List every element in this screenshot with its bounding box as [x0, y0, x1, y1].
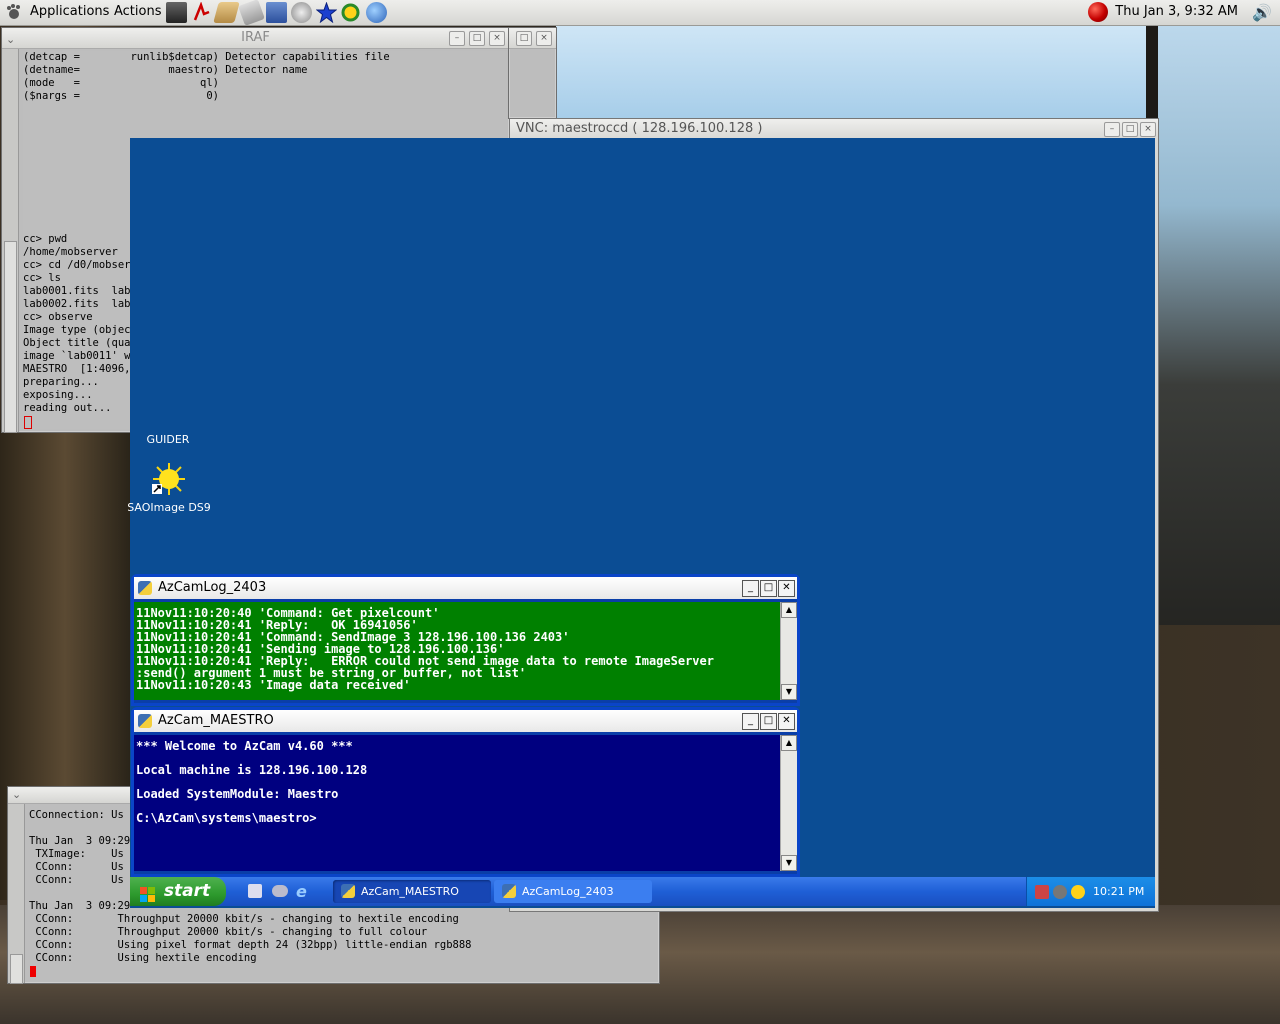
- azcam-close-button[interactable]: ✕: [778, 713, 795, 730]
- azcamlog-minimize-button[interactable]: _: [742, 580, 759, 597]
- azcam-maestro-titlebar[interactable]: AzCam_MAESTRO _ □ ✕: [134, 710, 797, 732]
- task-azcam-maestro[interactable]: AzCam_MAESTRO: [333, 880, 491, 903]
- azcam-minimize-button[interactable]: _: [742, 713, 759, 730]
- actions-menu[interactable]: Actions: [114, 4, 162, 19]
- ds9-launcher-icon[interactable]: [340, 2, 361, 23]
- iraf-title: IRAF: [241, 30, 270, 45]
- azcam-maestro-window: AzCam_MAESTRO _ □ ✕ *** Welcome to AzCam…: [131, 707, 800, 877]
- task-azcamlog-label: AzCamLog_2403: [522, 885, 614, 898]
- console-line: *** Welcome to AzCam v4.60 ***: [136, 739, 353, 753]
- terminal-launcher-icon[interactable]: [166, 2, 187, 23]
- tray-clock[interactable]: 10:21 PM: [1093, 877, 1144, 906]
- bg-close-button[interactable]: ×: [536, 31, 552, 46]
- task-azcam-maestro-label: AzCam_MAESTRO: [361, 885, 459, 898]
- background-window-edge: □ ×: [508, 27, 557, 119]
- browser-launcher-icon[interactable]: [366, 2, 387, 23]
- minimize-button[interactable]: –: [449, 31, 465, 46]
- vnc-titlebar[interactable]: VNC: maestroccd ( 128.196.100.128 ) – □ …: [510, 119, 1158, 139]
- guider-icon-label[interactable]: GUIDER: [140, 433, 196, 446]
- terminal-cursor: [30, 966, 36, 977]
- document-launcher-icon[interactable]: [266, 2, 287, 23]
- panel-clock[interactable]: Thu Jan 3, 9:32 AM: [1115, 4, 1238, 19]
- system-tray: 10:21 PM: [1026, 877, 1155, 906]
- pdf-launcher-icon[interactable]: [191, 1, 212, 23]
- volume-tray-icon[interactable]: [1053, 885, 1067, 899]
- vnc-tray-icon[interactable]: [1071, 885, 1085, 899]
- azcamlog-console[interactable]: 11Nov11:10:20:40 'Command: Get pixelcoun…: [134, 602, 797, 700]
- azcamlog-scrollbar[interactable]: ▲ ▼: [780, 602, 797, 700]
- console-line: Loaded SystemModule: Maestro: [136, 787, 339, 801]
- show-desktop-icon[interactable]: [248, 884, 262, 898]
- azcam-maestro-title: AzCam_MAESTRO: [158, 713, 274, 728]
- iraf-titlebar[interactable]: ⌄ IRAF – □ ×: [2, 28, 509, 49]
- azcamlog-close-button[interactable]: ✕: [778, 580, 795, 597]
- terminal-line: CConn: Using pixel format depth 24 (32bp…: [29, 939, 472, 951]
- scroll-up-arrow[interactable]: ▲: [781, 735, 797, 751]
- terminal-cursor: [24, 416, 32, 429]
- vnc-maximize-button[interactable]: □: [1122, 122, 1138, 137]
- python-icon: [502, 884, 516, 898]
- azcamlog-maximize-button[interactable]: □: [760, 580, 777, 597]
- terminal-line: CConn: Throughput 20000 kbit/s - changin…: [29, 913, 459, 925]
- window-sky-view-right: [1157, 25, 1280, 625]
- console-line: C:\AzCam\systems\maestro>: [136, 811, 317, 825]
- python-icon: [341, 884, 355, 898]
- file-manager-launcher-icon[interactable]: [213, 2, 240, 23]
- terminal-line: (detname= maestro) Detector name: [23, 64, 308, 76]
- console-line: Local machine is 128.196.100.128: [136, 763, 368, 777]
- star-launcher-icon[interactable]: [315, 1, 338, 24]
- iraf-scrollbar[interactable]: [2, 49, 19, 433]
- vnclog-scrollbar[interactable]: [8, 804, 25, 984]
- task-azcamlog[interactable]: AzCamLog_2403: [494, 880, 652, 903]
- azcam-maestro-output: *** Welcome to AzCam v4.60 *** Local mac…: [136, 740, 367, 824]
- quicklaunch-icon[interactable]: [272, 885, 288, 897]
- window-sky-view: [556, 25, 1146, 120]
- record-status-icon[interactable]: [1088, 2, 1108, 22]
- vnc-close-button[interactable]: ×: [1140, 122, 1156, 137]
- xp-taskbar: start e AzCam_MAESTRO AzCamLog_2403 10:2…: [130, 877, 1155, 906]
- python-icon: [138, 581, 152, 595]
- close-button[interactable]: ×: [489, 31, 505, 46]
- start-button[interactable]: start: [130, 877, 226, 906]
- iraf-scroll-thumb[interactable]: [4, 241, 17, 433]
- gnome-foot-icon: [6, 4, 22, 20]
- volume-icon[interactable]: 🔊: [1252, 3, 1272, 22]
- disk-launcher-icon[interactable]: [291, 2, 312, 23]
- vnc-title: VNC: maestroccd ( 128.196.100.128 ): [516, 121, 763, 136]
- terminal-line: (mode = ql): [23, 77, 219, 89]
- terminal-line: CConn: Throughput 20000 kbit/s - changin…: [29, 926, 428, 938]
- editor-launcher-icon[interactable]: [238, 0, 265, 26]
- top-panel: Applications Actions Thu Jan 3, 9:32 AM …: [0, 0, 1280, 26]
- azcamlog-title: AzCamLog_2403: [158, 580, 267, 595]
- azcamlog-window: AzCamLog_2403 _ □ ✕ 11Nov11:10:20:40 'Co…: [131, 574, 800, 706]
- ds9-icon-label[interactable]: SAOImage DS9: [126, 501, 212, 514]
- terminal-line: CConn: Using hextile encoding: [29, 952, 257, 964]
- azcam-maximize-button[interactable]: □: [760, 713, 777, 730]
- azcamlog-output: 11Nov11:10:20:40 'Command: Get pixelcoun…: [136, 607, 714, 691]
- ds9-desktop-icon[interactable]: [152, 462, 186, 496]
- maximize-button[interactable]: □: [469, 31, 485, 46]
- scroll-down-arrow[interactable]: ▼: [781, 684, 797, 700]
- vnclog-scroll-thumb[interactable]: [10, 954, 23, 984]
- bg-maximize-button[interactable]: □: [516, 31, 532, 46]
- window-menu-icon[interactable]: ⌄: [6, 30, 15, 50]
- terminal-line: (detcap = runlib$detcap) Detector capabi…: [23, 51, 390, 63]
- scroll-up-arrow[interactable]: ▲: [781, 602, 797, 618]
- applications-menu[interactable]: Applications: [30, 4, 109, 19]
- internet-explorer-icon[interactable]: e: [296, 882, 307, 901]
- azcam-maestro-scrollbar[interactable]: ▲ ▼: [780, 735, 797, 871]
- vnc-minimize-button[interactable]: –: [1104, 122, 1120, 137]
- terminal-line: ($nargs = 0): [23, 90, 219, 102]
- windows-logo-icon: [140, 884, 156, 902]
- scroll-down-arrow[interactable]: ▼: [781, 855, 797, 871]
- azcam-maestro-console[interactable]: *** Welcome to AzCam v4.60 *** Local mac…: [134, 735, 797, 871]
- window-menu-icon[interactable]: ⌄: [12, 787, 21, 803]
- python-icon: [138, 714, 152, 728]
- azcamlog-titlebar[interactable]: AzCamLog_2403 _ □ ✕: [134, 577, 797, 599]
- log-line: 11Nov11:10:20:43 'Image data received': [136, 678, 411, 692]
- network-tray-icon[interactable]: [1035, 885, 1049, 899]
